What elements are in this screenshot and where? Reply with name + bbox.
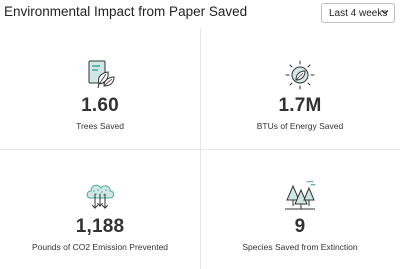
metric-card-co2-prevented: 1,188 Pounds of CO2 Emission Prevented [0,150,200,269]
metric-value: 1.7M [278,95,322,116]
period-select-value: Last 4 weeks [329,8,388,19]
metric-card-energy-saved: 1.7M BTUs of Energy Saved [200,28,400,149]
trees-birds-icon [285,180,316,210]
period-select[interactable]: Last 4 weeks [321,3,395,23]
metric-value: 1,188 [75,216,125,237]
header: Environmental Impact from Paper Saved La… [0,0,400,28]
metric-label: Pounds of CO2 Emission Prevented [31,242,169,252]
cloud-arrows-icon [86,184,115,209]
metric-card-trees-saved: 1.60 Trees Saved [0,28,200,149]
metric-label: Species Saved from Extinction [242,242,358,252]
metric-label: Trees Saved [76,121,124,131]
metric-value: 1.60 [81,95,119,116]
metric-label: BTUs of Energy Saved [256,121,344,131]
metric-value: 9 [294,216,306,237]
metric-card-species-saved: 9 Species Saved from Extinction [200,150,400,269]
sun-leaf-icon [285,60,315,90]
chevron-down-icon [381,10,389,15]
page-title: Environmental Impact from Paper Saved [4,4,248,19]
metrics-grid: 1.60 Trees Saved 1.7M BTUs of Energy Sav… [0,28,400,269]
paper-leaf-icon [88,60,115,89]
